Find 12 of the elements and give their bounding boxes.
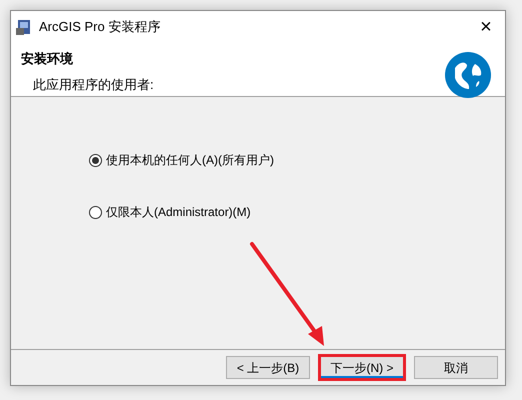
- radio-label: 使用本机的任何人(A)(所有用户): [106, 152, 274, 169]
- header-title: 安装环境: [21, 50, 74, 68]
- dialog-button[interactable]: < 上一步(B): [226, 356, 310, 379]
- radio-button[interactable]: [89, 206, 102, 218]
- radio-label: 仅限本人(Administrator)(M): [106, 204, 251, 221]
- radio-button[interactable]: [89, 154, 102, 166]
- installer-icon: [15, 18, 33, 36]
- window-title: ArcGIS Pro 安装程序: [39, 18, 160, 36]
- close-button[interactable]: ×: [471, 14, 501, 40]
- dialog-button[interactable]: 取消: [414, 356, 498, 379]
- header-subtitle: 此应用程序的使用者:: [33, 76, 154, 94]
- dialog-button[interactable]: 下一步(N) >: [318, 354, 406, 381]
